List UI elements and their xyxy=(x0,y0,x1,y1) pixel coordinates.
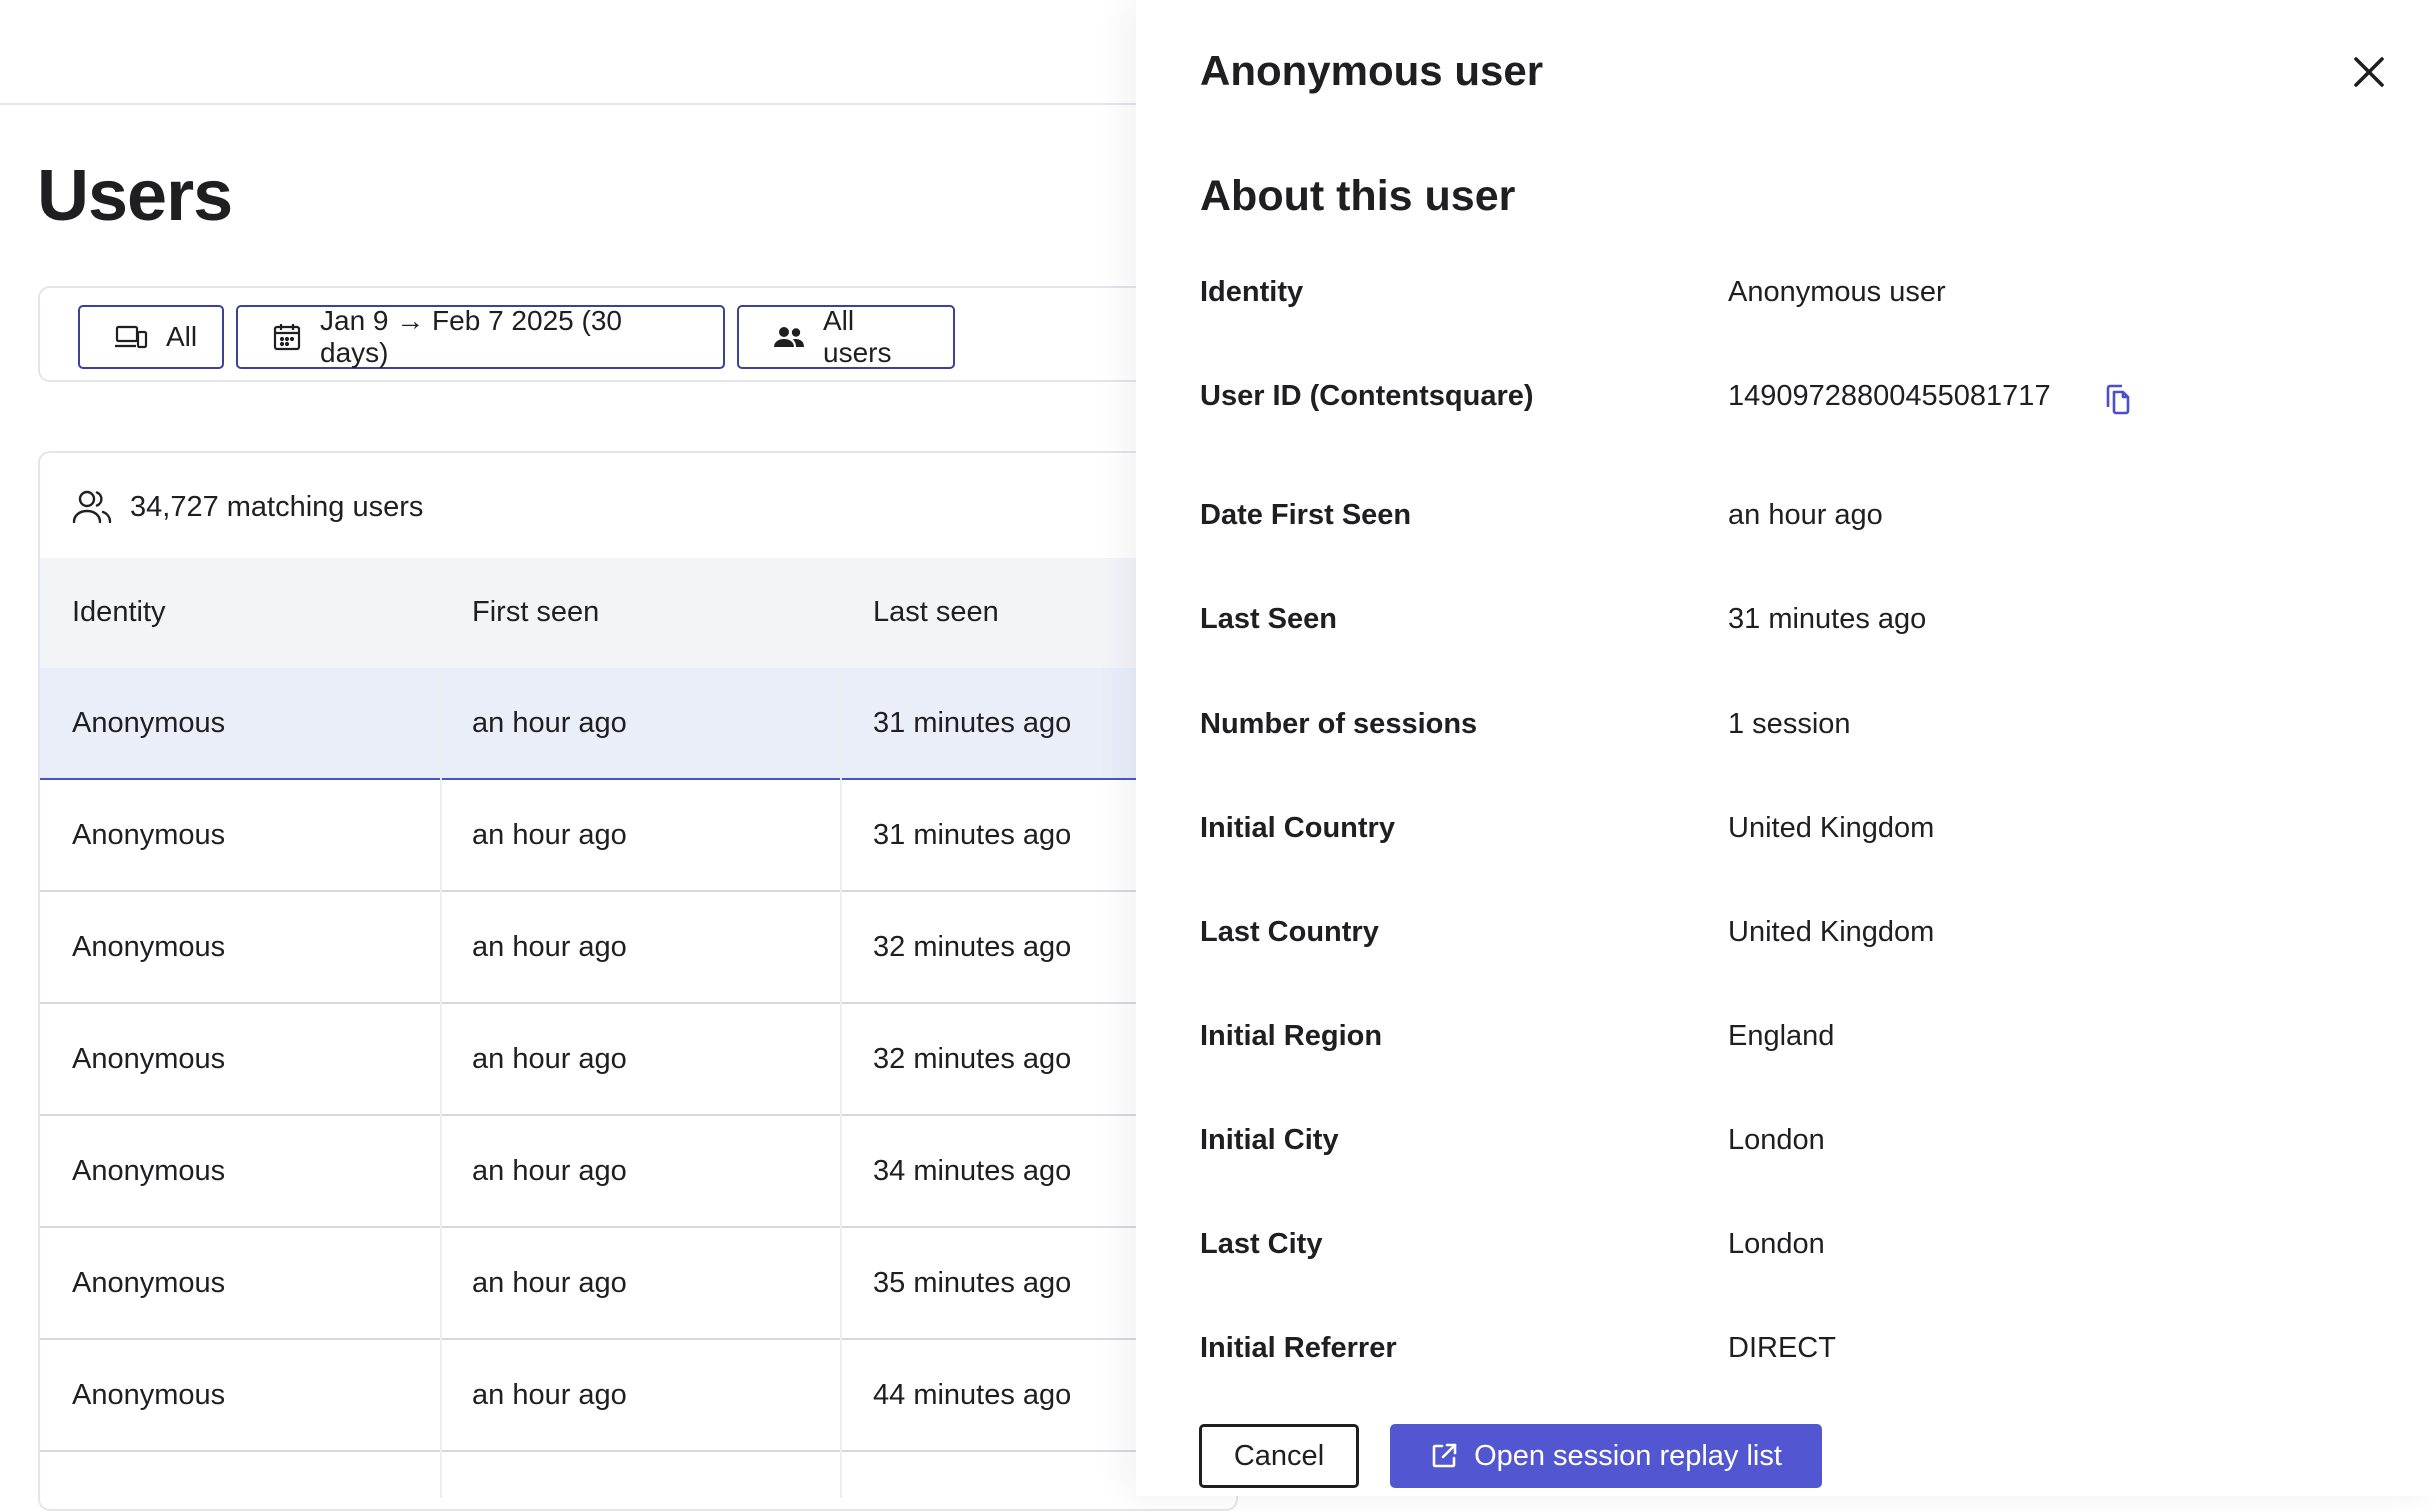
cell-identity: Anonymous xyxy=(72,1267,226,1299)
segment-filter-button[interactable]: All users xyxy=(737,305,955,369)
cell-identity: Anonymous xyxy=(72,931,226,963)
column-divider xyxy=(440,668,442,1498)
column-header-last-seen[interactable]: Last seen xyxy=(873,598,999,627)
detail-label-last-city: Last City xyxy=(1200,1228,1323,1260)
detail-label-last-seen: Last Seen xyxy=(1200,603,1337,635)
column-header-identity[interactable]: Identity xyxy=(72,598,166,627)
detail-value-date-first-seen: an hour ago xyxy=(1728,499,1883,531)
detail-value-last-seen: 31 minutes ago xyxy=(1728,603,1927,635)
detail-label-user-id: User ID (Contentsquare) xyxy=(1200,380,1534,412)
detail-value-initial-referrer: DIRECT xyxy=(1728,1332,1836,1364)
detail-label-initial-region: Initial Region xyxy=(1200,1020,1383,1052)
detail-label-last-country: Last Country xyxy=(1200,916,1379,948)
cell-identity: Anonymous xyxy=(72,1379,226,1411)
cell-last-seen: 31 minutes ago xyxy=(873,819,1072,851)
open-session-replay-button[interactable]: Open session replay list xyxy=(1390,1424,1822,1488)
users-outline-icon xyxy=(72,490,112,524)
date-range-label: Jan 9 → Feb 7 2025 (30 days) xyxy=(320,305,622,368)
segment-filter-label: All users xyxy=(823,305,892,368)
about-section-title: About this user xyxy=(1200,172,1516,220)
cell-last-seen: 34 minutes ago xyxy=(873,1155,1072,1187)
detail-value-initial-country: United Kingdom xyxy=(1728,812,1935,844)
cell-identity: Anonymous xyxy=(72,1043,226,1075)
cancel-button[interactable]: Cancel xyxy=(1199,1424,1359,1488)
cell-first-seen: an hour ago xyxy=(472,1267,627,1299)
detail-value-initial-region: England xyxy=(1728,1020,1835,1052)
detail-label-initial-country: Initial Country xyxy=(1200,812,1395,844)
cell-last-seen: 35 minutes ago xyxy=(873,1267,1072,1299)
detail-value-last-city: London xyxy=(1728,1228,1825,1260)
column-header-first-seen[interactable]: First seen xyxy=(472,598,599,627)
close-icon xyxy=(2354,57,2384,87)
cell-identity: Anonymous xyxy=(72,707,226,739)
detail-label-number-of-sessions: Number of sessions xyxy=(1200,708,1478,740)
column-divider xyxy=(840,668,842,1498)
cell-last-seen: 44 minutes ago xyxy=(873,1379,1072,1411)
cell-last-seen: 32 minutes ago xyxy=(873,931,1072,963)
detail-value-initial-city: London xyxy=(1728,1124,1825,1156)
close-panel-button[interactable] xyxy=(2349,52,2389,92)
cell-identity: Anonymous xyxy=(72,819,226,851)
cell-first-seen: an hour ago xyxy=(472,1379,627,1411)
cell-first-seen: an hour ago xyxy=(472,819,627,851)
cell-first-seen: an hour ago xyxy=(472,931,627,963)
devices-icon xyxy=(115,325,148,349)
cell-first-seen: an hour ago xyxy=(472,1043,627,1075)
detail-value-number-of-sessions: 1 session xyxy=(1728,708,1851,740)
cell-last-seen: 32 minutes ago xyxy=(873,1043,1072,1075)
detail-label-date-first-seen: Date First Seen xyxy=(1200,499,1412,531)
detail-label-initial-city: Initial City xyxy=(1200,1124,1339,1156)
detail-value-user-id: 1490972880045508171​7 xyxy=(1728,380,2051,412)
panel-title: Anonymous user xyxy=(1200,47,1544,94)
device-filter-label: All xyxy=(166,321,198,352)
calendar-icon xyxy=(273,324,301,351)
copy-user-id-button[interactable] xyxy=(2101,380,2135,418)
detail-value-last-country: United Kingdom xyxy=(1728,916,1935,948)
matching-users-count: 34,727 matching users xyxy=(72,486,423,528)
cell-identity: Anonymous xyxy=(72,1155,226,1187)
detail-label-initial-referrer: Initial Referrer xyxy=(1200,1332,1397,1364)
external-link-icon xyxy=(1432,1443,1457,1468)
page-title: Users xyxy=(37,156,233,236)
cell-first-seen: an hour ago xyxy=(472,1155,627,1187)
cell-first-seen: an hour ago xyxy=(472,707,627,739)
device-filter-button[interactable]: All xyxy=(78,305,224,369)
matching-users-label: 34,727 matching users xyxy=(130,490,424,523)
cell-last-seen: 31 minutes ago xyxy=(873,707,1072,739)
open-session-replay-label: Open session replay list xyxy=(1474,1439,1782,1472)
users-group-icon xyxy=(774,327,804,347)
date-range-button[interactable]: Jan 9 → Feb 7 2025 (30 days) xyxy=(236,305,725,369)
copy-icon xyxy=(2106,384,2130,415)
detail-label-identity: Identity xyxy=(1200,276,1304,308)
user-details-panel: Anonymous user About this user Identity … xyxy=(1136,0,2434,1496)
table-header xyxy=(40,558,1240,670)
detail-value-identity: Anonymous user xyxy=(1728,276,1946,308)
